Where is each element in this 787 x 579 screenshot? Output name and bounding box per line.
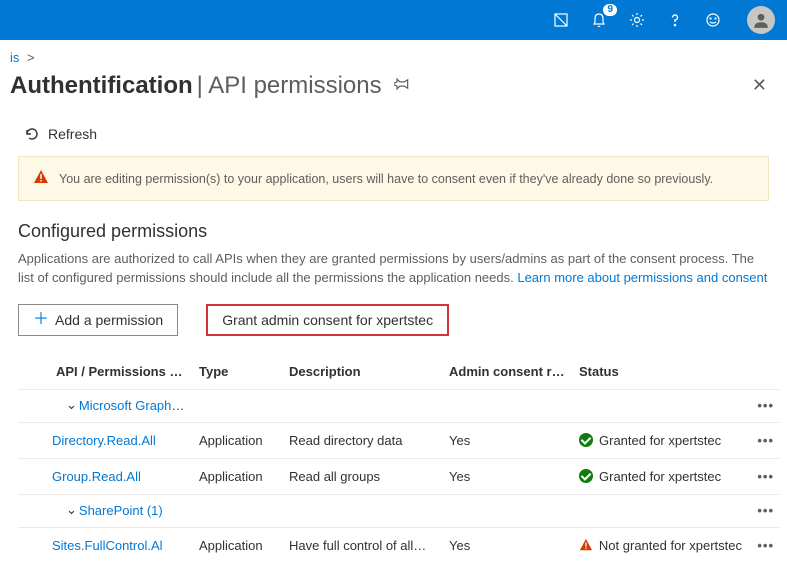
permission-type: Application <box>193 527 283 563</box>
permission-name[interactable]: Sites.FullControl.Al <box>52 538 163 553</box>
command-bar: Refresh <box>0 108 787 156</box>
col-status[interactable]: Status <box>573 354 748 390</box>
refresh-button[interactable]: Refresh <box>24 126 97 142</box>
group-row[interactable]: ⌄SharePoint (1) ••• <box>18 494 780 527</box>
refresh-label: Refresh <box>48 126 97 142</box>
pin-icon[interactable] <box>394 76 410 95</box>
section-description: Applications are authorized to call APIs… <box>18 250 769 288</box>
section-heading: Configured permissions <box>18 221 769 242</box>
chevron-down-icon: ⌄ <box>66 502 77 518</box>
col-api[interactable]: API / Permissions n… <box>18 354 193 390</box>
table-row: Sites.FullControl.Al Application Have fu… <box>18 527 780 563</box>
group-row[interactable]: ⌄Microsoft Graph (2) ••• <box>18 389 780 422</box>
page-title: Authentification <box>10 72 193 100</box>
button-row: ＋ Add a permission Grant admin consent f… <box>18 304 769 336</box>
permission-desc: Read directory data <box>283 422 443 458</box>
chevron-down-icon: ⌄ <box>66 397 77 413</box>
permission-name[interactable]: Directory.Read.All <box>52 433 156 448</box>
learn-more-link[interactable]: Learn more about permissions and consent <box>517 270 767 285</box>
check-icon <box>579 433 593 447</box>
more-icon[interactable]: ••• <box>748 458 780 494</box>
warning-text: You are editing permission(s) to your ap… <box>59 172 713 186</box>
plus-icon: ＋ <box>33 313 49 327</box>
status-badge: Granted for xpertstec <box>579 469 742 484</box>
notification-count: 9 <box>603 4 617 16</box>
add-permission-label: Add a permission <box>55 312 163 328</box>
status-badge: Granted for xpertstec <box>579 433 742 448</box>
breadcrumb-item[interactable]: is <box>10 50 19 65</box>
permission-desc: Have full control of all… <box>283 527 443 563</box>
permission-type: Application <box>193 422 283 458</box>
panel-icon[interactable] <box>551 10 571 30</box>
group-name[interactable]: Microsoft Graph (2) <box>79 398 191 413</box>
permission-admin: Yes <box>443 458 573 494</box>
col-admin[interactable]: Admin consent req… <box>443 354 573 390</box>
configured-permissions-section: Configured permissions Applications are … <box>0 221 787 563</box>
col-type[interactable]: Type <box>193 354 283 390</box>
warning-banner: You are editing permission(s) to your ap… <box>18 156 769 201</box>
permission-name[interactable]: Group.Read.All <box>52 469 141 484</box>
warning-icon <box>579 538 593 552</box>
permissions-table: API / Permissions n… Type Description Ad… <box>18 354 780 563</box>
more-icon[interactable]: ••• <box>748 422 780 458</box>
close-icon[interactable]: ✕ <box>748 71 771 100</box>
avatar[interactable] <box>747 6 775 34</box>
gear-icon[interactable] <box>627 10 647 30</box>
add-permission-button[interactable]: ＋ Add a permission <box>18 304 178 336</box>
permission-admin: Yes <box>443 422 573 458</box>
permission-desc: Read all groups <box>283 458 443 494</box>
status-badge: Not granted for xpertstec <box>579 538 742 553</box>
breadcrumb-sep: > <box>27 50 35 65</box>
help-icon[interactable] <box>665 10 685 30</box>
breadcrumb: is > <box>0 40 787 65</box>
notifications-icon[interactable]: 9 <box>589 10 609 30</box>
warning-icon <box>33 169 49 188</box>
more-icon[interactable]: ••• <box>748 527 780 563</box>
page-subtitle: | API permissions <box>197 72 382 100</box>
table-row: Group.Read.All Application Read all grou… <box>18 458 780 494</box>
col-desc[interactable]: Description <box>283 354 443 390</box>
more-icon[interactable]: ••• <box>748 389 780 422</box>
more-icon[interactable]: ••• <box>748 494 780 527</box>
title-bar: Authentification | API permissions ✕ <box>0 65 787 108</box>
refresh-icon <box>24 126 40 142</box>
permission-type: Application <box>193 458 283 494</box>
table-header-row: API / Permissions n… Type Description Ad… <box>18 354 780 390</box>
top-bar: 9 <box>0 0 787 40</box>
group-name[interactable]: SharePoint (1) <box>79 503 163 518</box>
feedback-icon[interactable] <box>703 10 723 30</box>
grant-consent-label: Grant admin consent for xpertstec <box>222 312 433 328</box>
table-row: Directory.Read.All Application Read dire… <box>18 422 780 458</box>
permission-admin: Yes <box>443 527 573 563</box>
grant-consent-button[interactable]: Grant admin consent for xpertstec <box>206 304 449 336</box>
check-icon <box>579 469 593 483</box>
